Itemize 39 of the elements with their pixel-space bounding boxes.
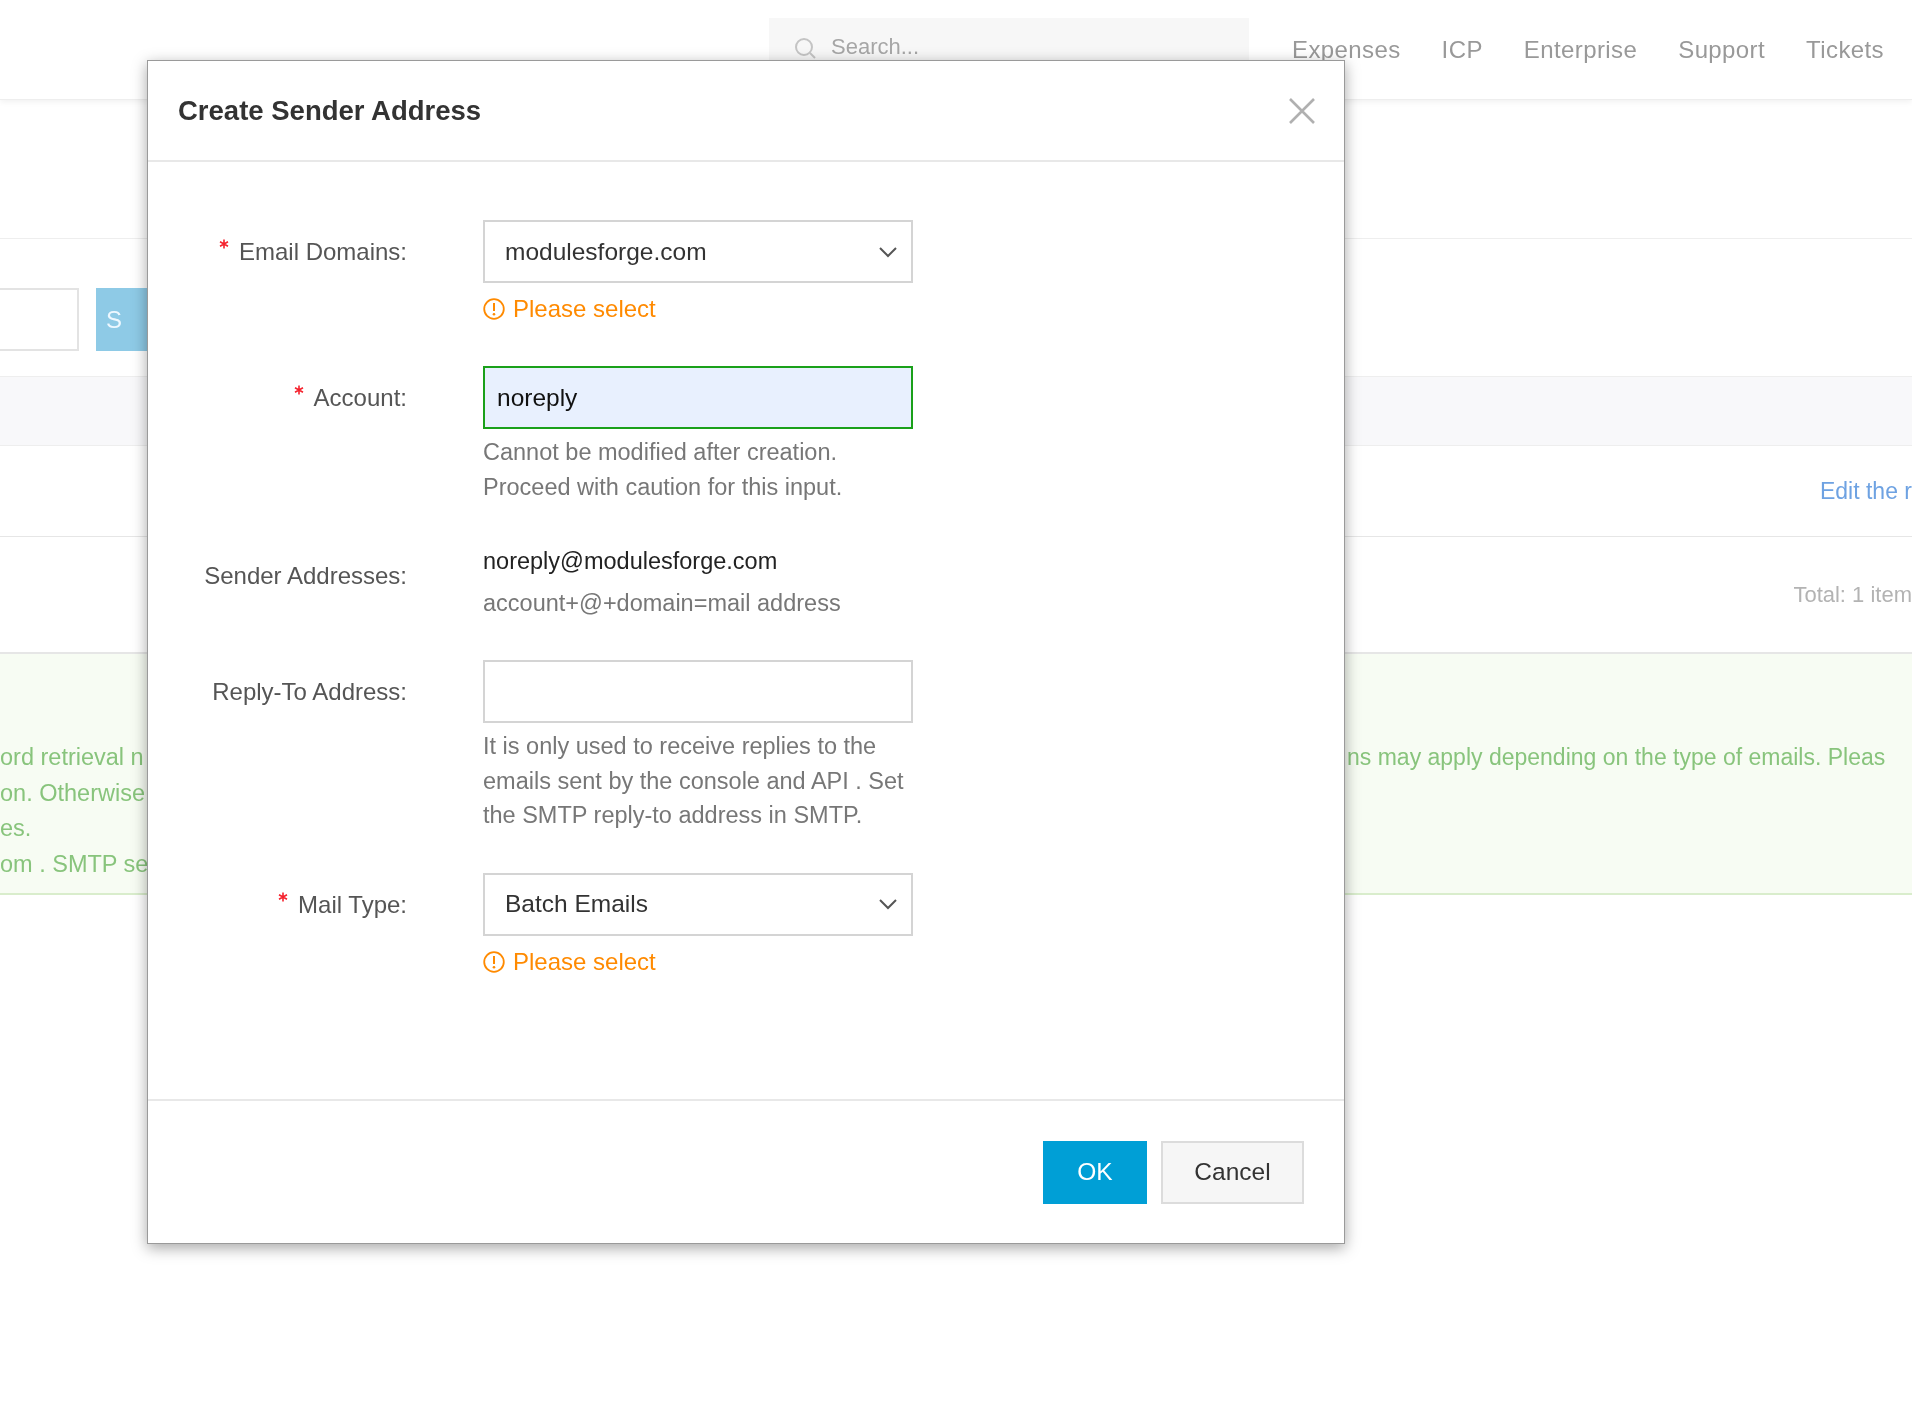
nav-link[interactable]: Expenses bbox=[1292, 36, 1401, 64]
warning-icon bbox=[483, 950, 505, 973]
help-text: It is only used to receive replies to the emails sent by the console and API . Set the SMTP reply-to address in SMTP. bbox=[483, 732, 905, 830]
nav-link[interactable]: Tickets bbox=[1806, 36, 1884, 64]
notice-text: es. bbox=[0, 814, 33, 843]
field-label: Sender Addresses: bbox=[204, 561, 407, 591]
notice-text: ns may apply depending on the type of emails. Pleas bbox=[1347, 743, 1887, 772]
notice-text: on. Otherwise bbox=[0, 778, 146, 808]
field-label: Reply-To Address: bbox=[212, 677, 407, 707]
help-text: Cannot be modified after creation. Proceed with caution for this input. bbox=[483, 438, 844, 502]
field-label: Account: bbox=[313, 383, 407, 413]
text-field[interactable] bbox=[0, 288, 79, 351]
input-field[interactable] bbox=[483, 660, 913, 723]
warning-icon bbox=[483, 298, 505, 320]
dropdown[interactable]: Batch Emails bbox=[483, 872, 913, 936]
caret-icon bbox=[879, 898, 897, 910]
notice-text: ord retrieval n bbox=[0, 743, 145, 772]
dialog-title: Create Sender Address bbox=[178, 94, 482, 127]
input-field[interactable]: noreply bbox=[483, 366, 913, 429]
ok-button[interactable]: OK bbox=[1043, 1140, 1147, 1204]
caret-icon bbox=[879, 245, 897, 258]
edit-link[interactable]: Edit the r bbox=[1819, 477, 1912, 505]
search-field[interactable]: Search... bbox=[769, 18, 1249, 60]
cancel-button[interactable]: Cancel bbox=[1161, 1140, 1304, 1204]
notice-text: om . SMTP se bbox=[0, 849, 150, 879]
total-count: Total: 1 item bbox=[1793, 581, 1912, 608]
nav-link[interactable]: Support bbox=[1678, 36, 1766, 64]
nav-link[interactable]: ICP bbox=[1441, 36, 1483, 64]
close-button[interactable] bbox=[1288, 96, 1316, 125]
hint-text: account+@+domain=mail address bbox=[483, 589, 842, 618]
address-value: noreply@modulesforge.com bbox=[483, 547, 779, 576]
error-message: Please select bbox=[513, 947, 656, 976]
field-label: Mail Type: bbox=[298, 889, 407, 920]
dropdown[interactable]: modulesforge.com bbox=[483, 220, 913, 283]
error-message: Please select bbox=[513, 295, 656, 323]
close-icon bbox=[1288, 96, 1316, 125]
search-icon bbox=[793, 36, 817, 60]
field-label: Email Domains: bbox=[238, 237, 407, 267]
nav-link[interactable]: Enterprise bbox=[1523, 36, 1638, 64]
